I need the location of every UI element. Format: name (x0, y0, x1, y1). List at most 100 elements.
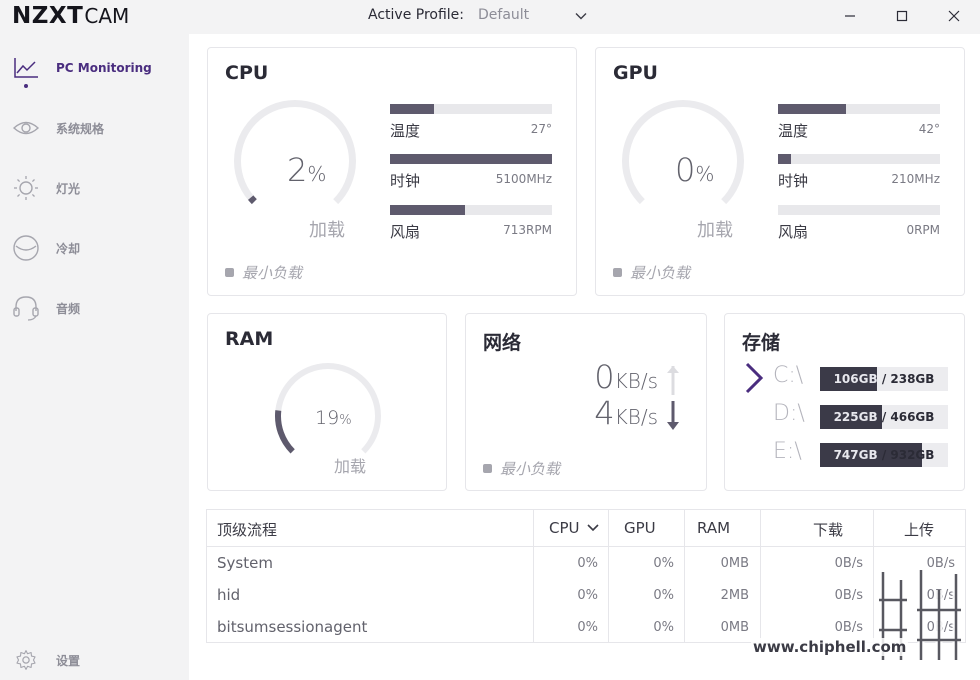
app-logo: NZXT CAM (12, 3, 129, 29)
close-icon[interactable] (944, 6, 964, 26)
process-download: 0B/s (834, 588, 863, 603)
process-gpu: 0% (653, 556, 674, 571)
process-table: 顶级流程 CPU GPU RAM 下载 上传 System 0% 0% 0MB … (206, 509, 966, 643)
col-header-gpu[interactable]: GPU (624, 519, 656, 537)
process-upload: 0B/s (926, 556, 955, 571)
cpu-fan-stat: 风扇 713RPM (390, 205, 552, 241)
process-table-header: 顶级流程 CPU GPU RAM 下载 上传 (207, 510, 965, 547)
process-ram: 2MB (720, 588, 749, 603)
sidebar-item-audio[interactable]: 音频 (0, 288, 189, 328)
network-upload-value: 0KB/s (594, 358, 658, 396)
sidebar-item-label: 设置 (56, 653, 81, 668)
gpu-fan-value: 0RPM (906, 223, 940, 237)
network-card[interactable]: 网络 0KB/s 4KB/s 最小负载 (465, 313, 707, 491)
ram-card[interactable]: RAM 19% 加载 (207, 313, 447, 491)
gpu-clock-label: 时钟 (778, 172, 809, 190)
cpu-fan-bar (390, 205, 465, 215)
drive-usage-bar: 106GB / 238GB (820, 367, 948, 391)
col-header-ram[interactable]: RAM (697, 519, 730, 537)
sort-down-icon (587, 524, 599, 532)
cooling-icon (12, 234, 40, 262)
process-upload: 0B/s (926, 588, 955, 603)
sidebar: PC Monitoring 系统规格 灯光 冷却 音频 设置 (0, 34, 189, 680)
cpu-load-label: 加载 (309, 220, 345, 241)
download-arrow-icon (666, 400, 680, 432)
cpu-temp-label: 温度 (390, 122, 421, 140)
col-header-cpu[interactable]: CPU (549, 519, 599, 537)
drive-row-c[interactable]: C:\ 106GB / 238GB (725, 362, 965, 394)
col-header-name[interactable]: 顶级流程 (217, 519, 277, 540)
chevron-right-icon (743, 361, 767, 395)
storage-title: 存储 (742, 332, 781, 354)
process-cpu: 0% (577, 620, 598, 635)
cpu-clock-bar (390, 154, 552, 164)
gpu-title: GPU (613, 62, 658, 84)
chevron-down-icon[interactable] (574, 8, 588, 22)
drive-letter: D:\ (773, 401, 805, 426)
logo-sub: CAM (84, 4, 130, 28)
sidebar-item-label: PC Monitoring (56, 61, 152, 75)
process-name: bitsumsessionagent (217, 618, 368, 636)
process-gpu: 0% (653, 588, 674, 603)
gpu-load-value: 0% (675, 151, 715, 189)
cpu-min-load: 最小负载 (225, 262, 302, 283)
sidebar-item-cooling[interactable]: 冷却 (0, 228, 189, 268)
min-load-indicator (613, 268, 622, 277)
drive-row-d[interactable]: D:\ 225GB / 466GB (725, 401, 965, 429)
profile-selector[interactable]: Active Profile: Default (368, 7, 588, 23)
sidebar-item-label: 灯光 (56, 181, 81, 196)
drive-letter: E:\ (773, 439, 802, 464)
profile-value[interactable]: Default (478, 7, 574, 23)
drive-row-e[interactable]: E:\ 747GB / 932GB (725, 439, 965, 467)
process-name: System (217, 554, 273, 572)
min-load-label: 最小负载 (242, 264, 303, 282)
sidebar-item-system-specs[interactable]: 系统规格 (0, 108, 189, 148)
sun-icon (12, 174, 40, 202)
process-ram: 0MB (720, 556, 749, 571)
min-load-label: 最小负载 (630, 264, 691, 282)
cpu-temp-bar (390, 104, 434, 114)
upload-arrow-icon (666, 364, 680, 396)
col-header-upload[interactable]: 上传 (904, 519, 934, 540)
table-row[interactable]: bitsumsessionagent 0% 0% 0MB 0B/s 0B/s (207, 611, 965, 643)
sidebar-item-label: 音频 (56, 301, 81, 316)
cpu-card[interactable]: CPU 2% 加载 温度 27° 时钟 5100MHz 风扇 713RPM 最小… (207, 47, 577, 296)
gpu-temp-bar (778, 104, 847, 114)
profile-label: Active Profile: (368, 7, 465, 23)
storage-card[interactable]: 存储 C:\ 106GB / 238GB D:\ 225GB / 466GB E… (724, 313, 965, 491)
drive-usage-bar: 225GB / 466GB (820, 405, 948, 429)
min-load-label: 最小负载 (500, 460, 561, 478)
logo-main: NZXT (12, 3, 84, 29)
process-ram: 0MB (720, 620, 749, 635)
col-header-download[interactable]: 下载 (813, 519, 843, 540)
sidebar-item-settings[interactable]: 设置 (0, 640, 189, 680)
maximize-icon[interactable] (892, 6, 912, 26)
min-load-indicator (225, 268, 234, 277)
headset-icon (12, 294, 40, 322)
process-download: 0B/s (834, 620, 863, 635)
title-bar: NZXT CAM Active Profile: Default (0, 0, 980, 34)
gpu-fan-label: 风扇 (778, 223, 809, 241)
main-panel: CPU 2% 加载 温度 27° 时钟 5100MHz 风扇 713RPM 最小… (189, 34, 980, 680)
table-row[interactable]: hid 0% 0% 2MB 0B/s 0B/s (207, 579, 965, 611)
gpu-card[interactable]: GPU 0% 加载 温度 42° 时钟 210MHz 风扇 0RPM 最小负载 (595, 47, 965, 296)
gpu-min-load: 最小负载 (613, 262, 690, 283)
gpu-temp-label: 温度 (778, 122, 809, 140)
network-title: 网络 (483, 332, 522, 354)
gpu-clock-bar (778, 154, 791, 164)
network-min-load: 最小负载 (483, 458, 560, 479)
cpu-fan-value: 713RPM (503, 223, 552, 237)
gpu-clock-value: 210MHz (891, 172, 940, 186)
cpu-load-value: 2% (287, 151, 327, 189)
eye-icon (12, 114, 40, 142)
active-indicator (24, 84, 28, 88)
process-upload: 0B/s (926, 620, 955, 635)
sidebar-item-pc-monitoring[interactable]: PC Monitoring (0, 48, 189, 88)
sidebar-item-lighting[interactable]: 灯光 (0, 168, 189, 208)
chart-line-icon (12, 54, 40, 82)
ram-title: RAM (225, 328, 274, 350)
minimize-icon[interactable] (840, 6, 860, 26)
table-row[interactable]: System 0% 0% 0MB 0B/s 0B/s (207, 547, 965, 579)
cpu-fan-label: 风扇 (390, 223, 421, 241)
ram-load-value: 19% (315, 407, 352, 429)
